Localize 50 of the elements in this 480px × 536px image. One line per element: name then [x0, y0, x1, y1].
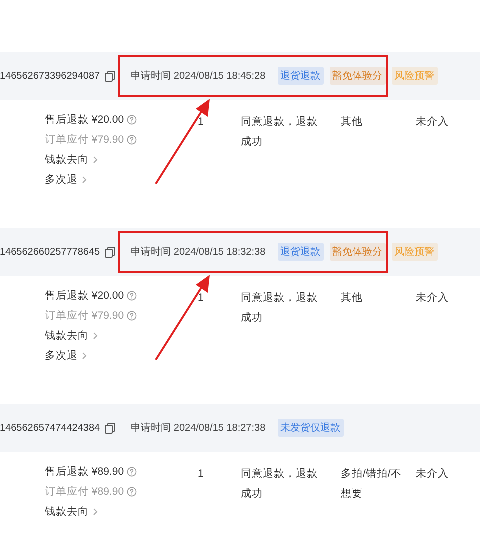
intervention-status: 未介入 — [416, 467, 450, 482]
refund-reason: 其他 — [341, 115, 364, 130]
refund-tag: 风险预警 — [392, 67, 438, 85]
refund-tag: 风险预警 — [392, 243, 438, 261]
chevron-icon — [93, 156, 98, 164]
refund-amount: 售后退款 ¥89.90 — [45, 465, 124, 480]
refund-reason: 多拍/错拍/不想要 — [341, 467, 403, 502]
apply-time: 申请时间 2024/08/15 18:32:38 — [131, 246, 266, 259]
refund-reason: 其他 — [341, 291, 364, 306]
order-number: 146562660257778645 — [0, 246, 100, 258]
refund-tag: 退货退款 — [278, 67, 324, 85]
refund-status: 同意退款，退款成功 — [241, 467, 319, 502]
order-number: 146562673396294087 — [0, 70, 100, 82]
payable-amount: 订单应付 ¥79.90 — [45, 133, 124, 148]
refund-amount: 售后退款 ¥20.00 — [45, 113, 124, 128]
payable-amount: 订单应付 ¥89.90 — [45, 485, 124, 500]
intervention-status: 未介入 — [416, 291, 450, 306]
copy-icon[interactable] — [105, 246, 116, 258]
copy-icon[interactable] — [105, 70, 116, 82]
apply-time: 申请时间 2024/08/15 18:27:38 — [131, 422, 266, 435]
detail-link[interactable]: 钱款去向 — [45, 328, 198, 344]
payable-amount: 订单应付 ¥79.90 — [45, 309, 124, 324]
refund-tag: 豁免体验分 — [330, 67, 386, 85]
refund-status: 同意退款，退款成功 — [241, 291, 319, 326]
apply-time: 申请时间 2024/08/15 18:45:28 — [131, 70, 266, 83]
help-icon[interactable] — [127, 311, 138, 321]
refund-status: 同意退款，退款成功 — [241, 115, 319, 150]
help-icon[interactable] — [127, 467, 138, 477]
copy-icon[interactable] — [105, 422, 116, 434]
refund-tag: 未发货仅退款 — [278, 419, 344, 437]
chevron-icon — [93, 332, 98, 340]
help-icon[interactable] — [127, 115, 138, 125]
quantity: 1 — [198, 115, 205, 130]
quantity: 1 — [198, 291, 205, 306]
detail-link[interactable]: 多次退 — [45, 348, 198, 364]
help-icon[interactable] — [127, 487, 138, 497]
order-number: 146562657474424384 — [0, 422, 100, 434]
help-icon[interactable] — [127, 291, 138, 301]
refund-tag: 豁免体验分 — [330, 243, 386, 261]
chevron-icon — [82, 352, 87, 360]
detail-link[interactable]: 钱款去向 — [45, 152, 198, 168]
chevron-icon — [93, 508, 98, 516]
detail-link[interactable]: 多次退 — [45, 172, 198, 188]
help-icon[interactable] — [127, 135, 138, 145]
quantity: 1 — [198, 467, 205, 482]
intervention-status: 未介入 — [416, 115, 450, 130]
refund-amount: 售后退款 ¥20.00 — [45, 289, 124, 304]
detail-link[interactable]: 钱款去向 — [45, 504, 198, 520]
refund-tag: 退货退款 — [278, 243, 324, 261]
chevron-icon — [82, 176, 87, 184]
